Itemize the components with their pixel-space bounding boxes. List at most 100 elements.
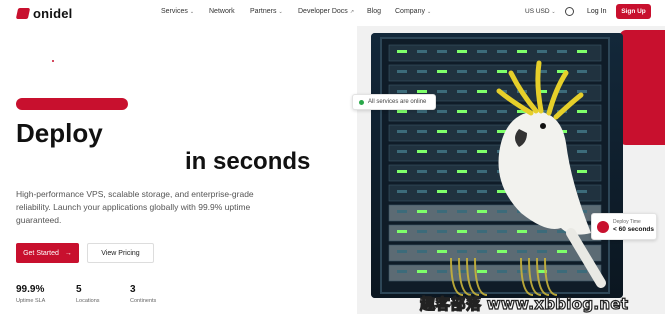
hero-title-line2: in seconds bbox=[185, 148, 311, 175]
rack-led bbox=[457, 170, 467, 173]
rack-led bbox=[517, 250, 527, 253]
rack-led bbox=[457, 190, 467, 193]
rack-led bbox=[577, 270, 587, 273]
sun-icon[interactable] bbox=[565, 7, 574, 16]
nav-item-developer-docs[interactable]: Developer Docs ↗ bbox=[298, 8, 354, 15]
chevron-down-icon: ⌄ bbox=[189, 8, 195, 15]
rack-led bbox=[577, 170, 587, 173]
arrow-right-icon: → bbox=[64, 249, 72, 257]
rack-led bbox=[497, 50, 507, 53]
rack-led bbox=[537, 50, 547, 53]
rack-led bbox=[417, 250, 427, 253]
rack-led bbox=[577, 70, 587, 73]
clock-icon bbox=[597, 220, 609, 233]
signup-button[interactable]: Sign Up bbox=[616, 4, 651, 19]
rack-led bbox=[437, 210, 447, 213]
rack-led bbox=[437, 130, 447, 133]
rack-led bbox=[437, 50, 447, 53]
rack-led bbox=[477, 50, 487, 53]
nav-item-blog[interactable]: Blog bbox=[367, 8, 381, 15]
rack-led bbox=[397, 190, 407, 193]
page: onidel Services ⌄ Network Partners ⌄ Dev… bbox=[0, 0, 665, 314]
nav-item-label: Developer Docs bbox=[298, 8, 348, 15]
rack-led bbox=[577, 50, 587, 53]
nav-item-label: Services bbox=[161, 8, 188, 15]
login-link[interactable]: Log In bbox=[587, 8, 606, 15]
rack-led bbox=[477, 70, 487, 73]
hero-description: High-performance VPS, scalable storage, … bbox=[16, 189, 254, 225]
rack-led bbox=[577, 150, 587, 153]
rack-led bbox=[417, 70, 427, 73]
logo-icon bbox=[15, 8, 31, 19]
rack-led bbox=[437, 90, 447, 93]
stat-value: 3 bbox=[130, 284, 136, 295]
rack-led bbox=[577, 190, 587, 193]
rack-led bbox=[477, 210, 487, 213]
rack-led bbox=[477, 250, 487, 253]
rack-led bbox=[397, 250, 407, 253]
nav-item-label: Network bbox=[209, 8, 235, 15]
rack-led bbox=[557, 250, 567, 253]
rack-led bbox=[437, 230, 447, 233]
rack-led bbox=[417, 110, 427, 113]
rack-led bbox=[437, 250, 447, 253]
currency-label: US USD bbox=[525, 8, 550, 15]
external-link-icon: ↗ bbox=[349, 8, 355, 15]
rack-led bbox=[397, 170, 407, 173]
stat-locations: 5 Locations bbox=[76, 285, 100, 305]
rack-led bbox=[577, 110, 587, 113]
nav-item-company[interactable]: Company ⌄ bbox=[395, 8, 431, 15]
stat-label: Locations bbox=[76, 298, 100, 304]
rack-led bbox=[437, 270, 447, 273]
rack-led bbox=[417, 50, 427, 53]
rack-led bbox=[457, 230, 467, 233]
button-label: Get Started bbox=[23, 249, 59, 257]
stat-uptime: 99.9% Uptime SLA bbox=[16, 284, 45, 305]
rack-led bbox=[417, 130, 427, 133]
rack-led bbox=[577, 90, 587, 93]
rack-led bbox=[537, 250, 547, 253]
nav-item-network[interactable]: Network bbox=[209, 8, 235, 15]
status-online-icon bbox=[359, 99, 364, 105]
rack-led bbox=[437, 150, 447, 153]
chevron-down-icon: ⌄ bbox=[426, 8, 432, 15]
rack-led bbox=[437, 70, 447, 73]
rack-led bbox=[397, 270, 407, 273]
stat-label: Continents bbox=[130, 298, 157, 304]
rack-led bbox=[477, 130, 487, 133]
watermark: 趣客部落 www.xbbiog.net bbox=[419, 294, 629, 313]
rack-led bbox=[497, 110, 507, 113]
rack-led bbox=[397, 110, 407, 113]
rack-led bbox=[397, 230, 407, 233]
rack-led bbox=[457, 90, 467, 93]
rack-led bbox=[477, 230, 487, 233]
logo-text: onidel bbox=[33, 6, 73, 21]
rack-led bbox=[517, 70, 527, 73]
rack-led bbox=[497, 70, 507, 73]
rack-led bbox=[517, 50, 527, 53]
server-rack-cockatoo-image bbox=[371, 33, 623, 298]
deploy-time-label: Deploy Time bbox=[613, 219, 641, 225]
rack-led bbox=[477, 110, 487, 113]
deploy-time-text: Deploy Time < 60 seconds bbox=[613, 219, 654, 234]
hero-pill bbox=[16, 98, 128, 110]
status-badge: All services are online bbox=[352, 94, 436, 110]
logo[interactable]: onidel bbox=[15, 6, 73, 21]
deploy-time-badge: Deploy Time < 60 seconds bbox=[591, 213, 657, 240]
get-started-button[interactable]: Get Started → bbox=[16, 243, 79, 263]
rack-led bbox=[457, 70, 467, 73]
rack-led bbox=[417, 230, 427, 233]
view-pricing-button[interactable]: View Pricing bbox=[87, 243, 154, 263]
nav-item-services[interactable]: Services ⌄ bbox=[161, 8, 194, 15]
rack-led bbox=[417, 170, 427, 173]
rack-led bbox=[397, 70, 407, 73]
currency-selector[interactable]: US USD ⌄ bbox=[525, 8, 556, 15]
stat-value: 99.9% bbox=[16, 284, 45, 295]
rack-led bbox=[497, 250, 507, 253]
button-label: View Pricing bbox=[101, 249, 140, 257]
nav-item-label: Company bbox=[395, 8, 425, 15]
rack-led bbox=[437, 170, 447, 173]
nav-item-partners[interactable]: Partners ⌄ bbox=[250, 8, 283, 15]
rack-led bbox=[397, 50, 407, 53]
rack-led bbox=[517, 230, 527, 233]
